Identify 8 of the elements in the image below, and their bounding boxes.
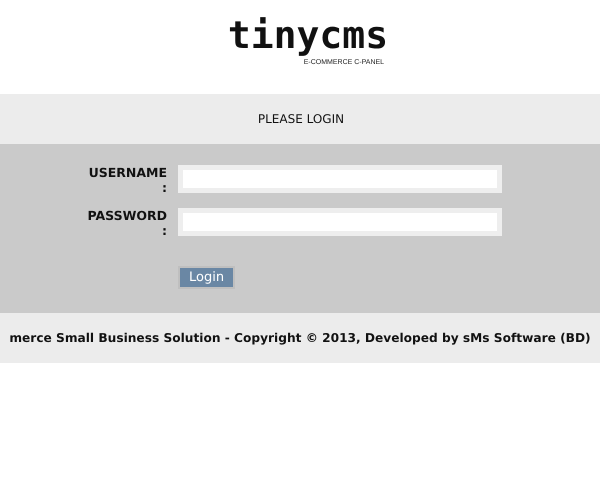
password-field[interactable]	[178, 208, 502, 236]
login-heading: PLEASE LOGIN	[258, 112, 344, 126]
field-label: PASSWORD :	[86, 208, 167, 238]
field-label: USERNAME :	[88, 165, 167, 195]
username-field[interactable]	[178, 165, 502, 193]
logo-text: tinycms	[228, 12, 388, 58]
footer-text: merce Small Business Solution - Copyright © 2013, Developed by sMs Software (BD)	[9, 331, 591, 345]
login-button[interactable]: Login	[178, 266, 236, 289]
